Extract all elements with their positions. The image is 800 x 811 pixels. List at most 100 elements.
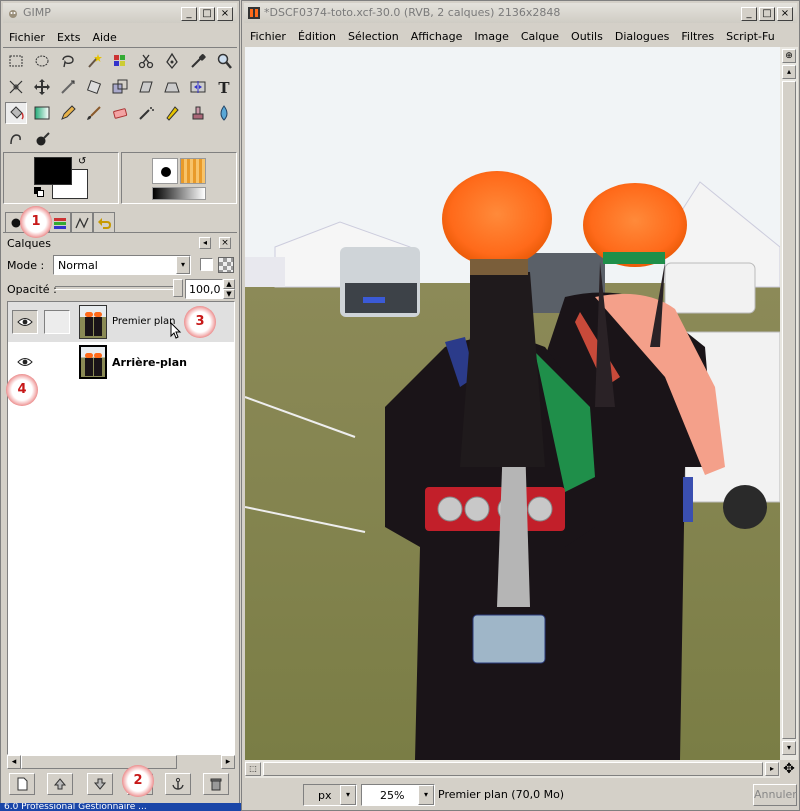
tab-undo-history[interactable] <box>93 212 115 232</box>
clone-tool-icon[interactable] <box>187 102 209 124</box>
color-picker-tool-icon[interactable] <box>187 50 209 72</box>
measure-tool-icon[interactable] <box>5 76 27 98</box>
scroll-thumb[interactable] <box>21 755 177 769</box>
shear-tool-icon[interactable] <box>135 76 157 98</box>
dialog-menu-icon[interactable]: ◂ <box>199 237 211 249</box>
tab-paths[interactable] <box>71 212 93 232</box>
opacity-slider-handle[interactable] <box>173 279 183 297</box>
scissors-tool-icon[interactable] <box>135 50 157 72</box>
swap-colors-icon[interactable]: ↺ <box>78 156 86 167</box>
pattern-preview[interactable] <box>180 158 206 184</box>
layer-name[interactable]: Arrière-plan <box>112 356 187 369</box>
dialog-close-icon[interactable]: × <box>219 237 231 249</box>
toolbox-titlebar[interactable]: GIMP _ □ × <box>3 3 237 23</box>
close-button[interactable]: × <box>777 7 793 21</box>
visibility-toggle[interactable] <box>12 310 38 334</box>
blur-tool-icon[interactable] <box>213 102 235 124</box>
delete-layer-button[interactable] <box>203 773 229 795</box>
lasso-tool-icon[interactable] <box>57 50 79 72</box>
zoom-select[interactable]: 25% ▾ <box>361 784 435 806</box>
rect-select-tool-icon[interactable] <box>5 50 27 72</box>
tab-channels[interactable] <box>49 212 71 232</box>
blend-tool-icon[interactable] <box>31 102 53 124</box>
scroll-right-icon[interactable]: ▸ <box>221 755 235 769</box>
raise-layer-button[interactable] <box>47 773 73 795</box>
opacity-input[interactable]: 100,0 <box>185 279 223 299</box>
opacity-increment-icon[interactable]: ▲ <box>223 279 235 289</box>
pencil-tool-icon[interactable] <box>57 102 79 124</box>
bucket-fill-tool-icon[interactable] <box>5 102 27 124</box>
scroll-up-icon[interactable]: ▴ <box>782 65 796 79</box>
anchor-layer-button[interactable] <box>165 773 191 795</box>
menu-selection[interactable]: Sélection <box>342 30 405 43</box>
image-window-titlebar[interactable]: *DSCF0374-toto.xcf-30.0 (RVB, 2 calques)… <box>244 3 797 23</box>
quick-mask-icon[interactable]: ⬚ <box>245 762 261 776</box>
menu-image[interactable]: Image <box>468 30 514 43</box>
scale-tool-icon[interactable] <box>109 76 131 98</box>
visibility-toggle[interactable] <box>12 350 38 374</box>
chevron-down-icon[interactable]: ▾ <box>176 256 190 274</box>
scroll-down-icon[interactable]: ▾ <box>782 741 796 755</box>
lower-layer-button[interactable] <box>87 773 113 795</box>
perspective-tool-icon[interactable] <box>161 76 183 98</box>
image-canvas[interactable] <box>245 47 780 760</box>
menu-affichage[interactable]: Affichage <box>405 30 469 43</box>
smudge-tool-icon[interactable] <box>5 128 27 150</box>
mode-select[interactable]: Normal ▾ <box>53 255 191 275</box>
menu-edition[interactable]: Édition <box>292 30 342 43</box>
move-tool-icon[interactable] <box>31 76 53 98</box>
flip-tool-icon[interactable] <box>187 76 209 98</box>
chevron-down-icon[interactable]: ▾ <box>418 785 434 805</box>
vertical-scrollbar[interactable]: ⊕ ▴ ▾ <box>780 47 798 760</box>
paintbrush-tool-icon[interactable] <box>83 102 105 124</box>
cancel-button[interactable]: Annuler <box>753 784 797 806</box>
crop-tool-icon[interactable] <box>57 76 79 98</box>
taskbar[interactable]: 6.0 Professional Gestionnaire ... <box>0 803 242 811</box>
scroll-thumb[interactable] <box>782 81 796 739</box>
ink-tool-icon[interactable] <box>161 102 183 124</box>
paths-tool-icon[interactable] <box>161 50 183 72</box>
chain-toggle[interactable] <box>44 310 70 334</box>
color-select-tool-icon[interactable] <box>109 50 131 72</box>
menu-dialogues[interactable]: Dialogues <box>609 30 676 43</box>
navigate-icon[interactable]: ✥ <box>781 761 797 777</box>
menu-outils[interactable]: Outils <box>565 30 609 43</box>
maximize-button[interactable]: □ <box>199 7 215 21</box>
ellipse-select-tool-icon[interactable] <box>31 50 53 72</box>
default-colors-icon[interactable] <box>34 187 44 197</box>
zoom-toggle-icon[interactable]: ⊕ <box>782 49 796 63</box>
new-layer-button[interactable] <box>9 773 35 795</box>
menu-aide[interactable]: Aide <box>86 31 122 44</box>
menu-fichier[interactable]: Fichier <box>3 31 51 44</box>
opacity-decrement-icon[interactable]: ▼ <box>223 289 235 299</box>
minimize-button[interactable]: _ <box>741 7 757 21</box>
unit-select[interactable]: px ▾ <box>303 784 357 806</box>
foreground-color-swatch[interactable] <box>34 157 72 185</box>
menu-calque[interactable]: Calque <box>515 30 565 43</box>
scroll-right-icon[interactable]: ▸ <box>765 762 779 776</box>
lock-alpha-checkbox[interactable] <box>200 258 213 271</box>
scroll-thumb[interactable] <box>263 762 763 776</box>
scroll-left-icon[interactable]: ◂ <box>7 755 21 769</box>
gradient-preview[interactable] <box>152 187 206 200</box>
airbrush-tool-icon[interactable] <box>135 102 157 124</box>
menu-exts[interactable]: Exts <box>51 31 87 44</box>
opacity-slider-track[interactable] <box>55 286 183 290</box>
menu-fichier[interactable]: Fichier <box>244 30 292 43</box>
magnify-tool-icon[interactable] <box>213 50 235 72</box>
rotate-tool-icon[interactable] <box>83 76 105 98</box>
maximize-button[interactable]: □ <box>759 7 775 21</box>
layer-row-arriere-plan[interactable]: Arrière-plan <box>8 342 234 382</box>
close-button[interactable]: × <box>217 7 233 21</box>
fuzzy-select-tool-icon[interactable] <box>83 50 105 72</box>
menu-script-fu[interactable]: Script-Fu <box>720 30 781 43</box>
text-tool-icon[interactable]: T <box>213 76 235 98</box>
eraser-tool-icon[interactable] <box>109 102 131 124</box>
layers-horizontal-scrollbar[interactable]: ◂ ▸ <box>7 755 235 769</box>
brush-preview[interactable] <box>152 158 178 184</box>
chevron-down-icon[interactable]: ▾ <box>340 785 356 805</box>
dodge-burn-tool-icon[interactable] <box>31 128 53 150</box>
layer-name[interactable]: Premier plan <box>112 316 175 327</box>
horizontal-scrollbar[interactable]: ⬚ ▸ <box>245 760 780 778</box>
menu-filtres[interactable]: Filtres <box>675 30 720 43</box>
